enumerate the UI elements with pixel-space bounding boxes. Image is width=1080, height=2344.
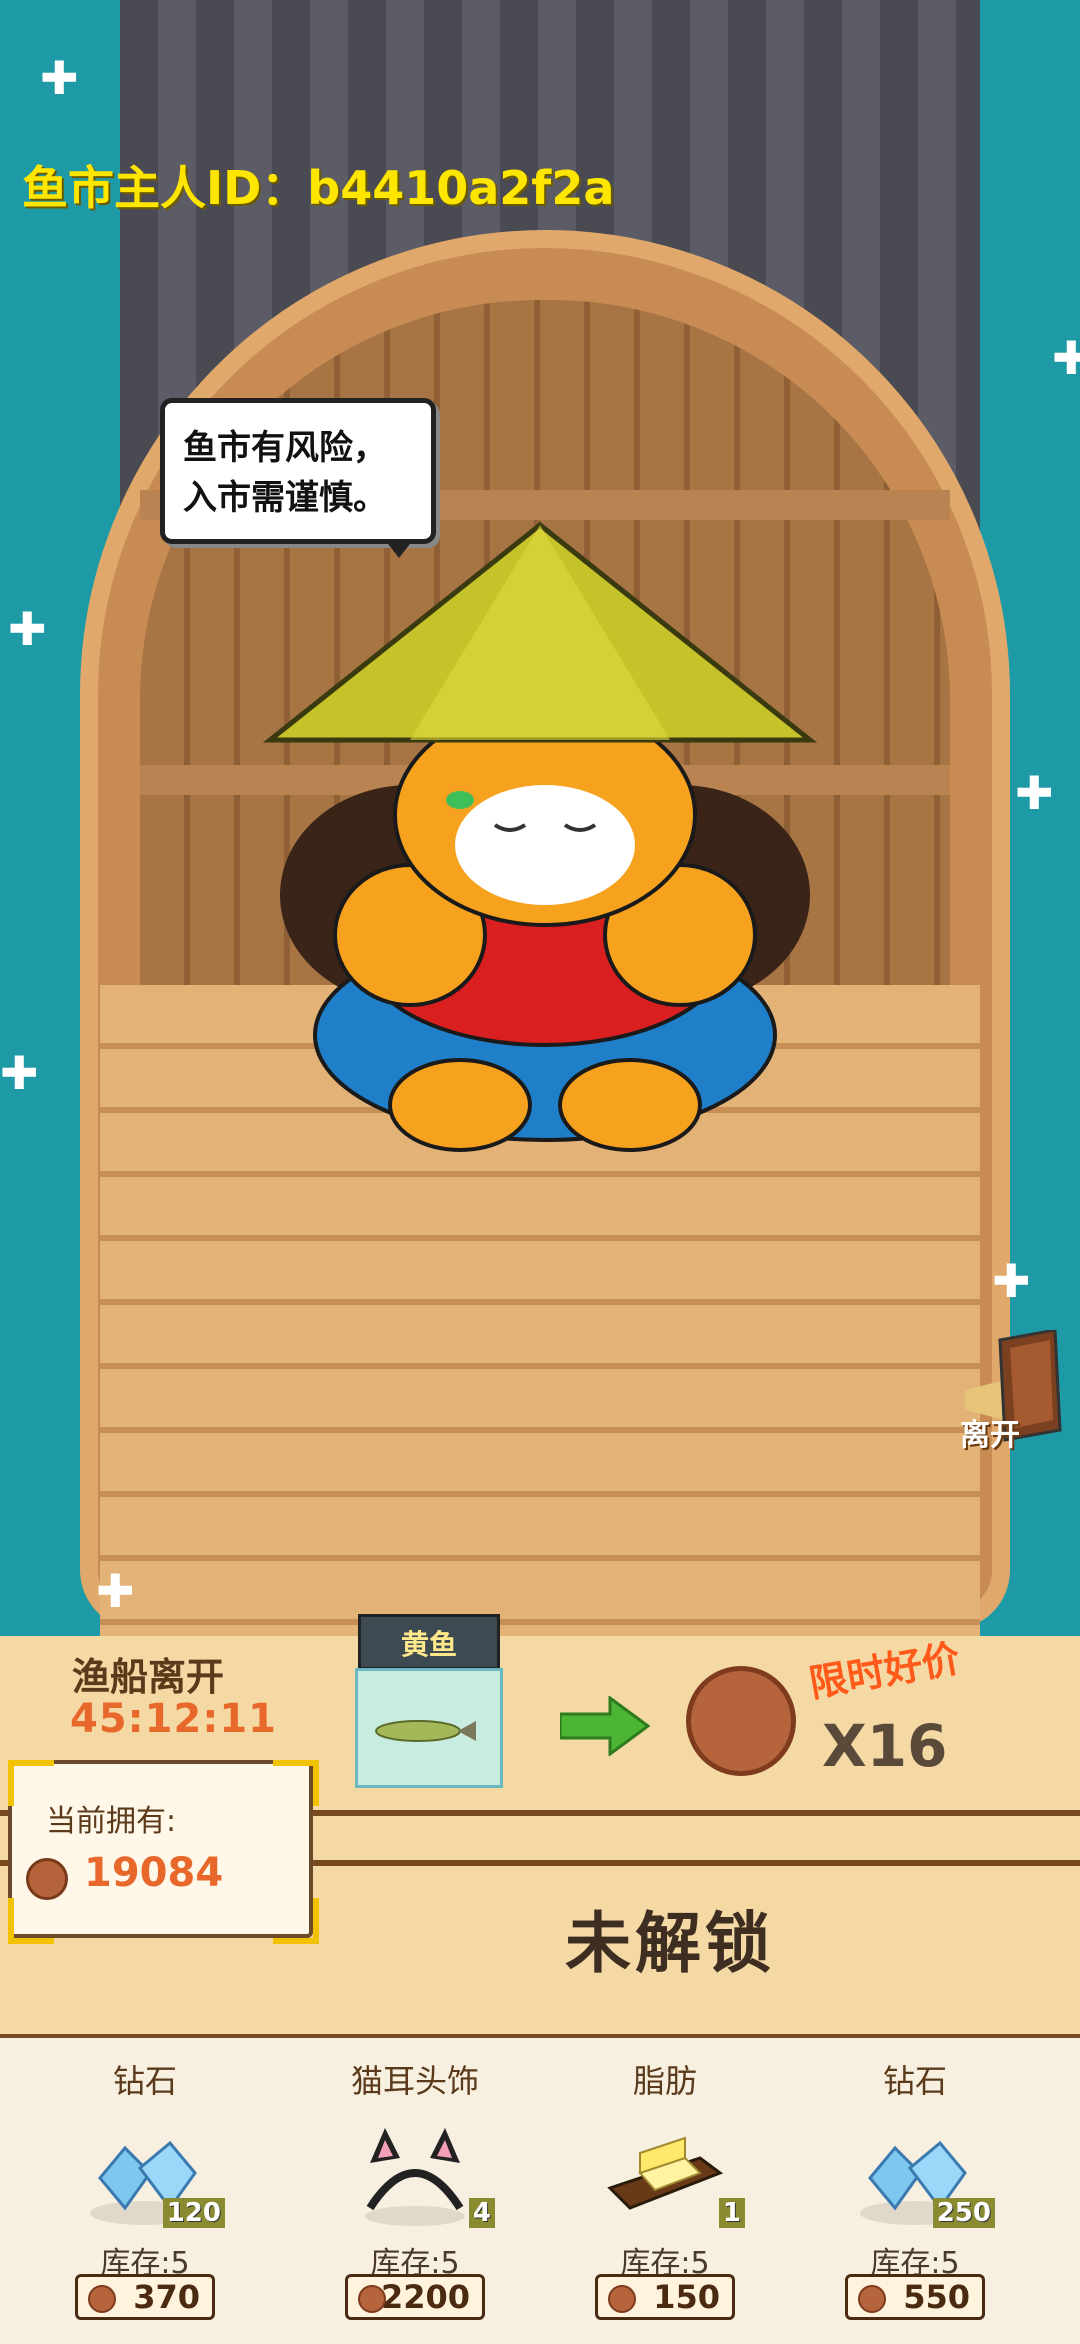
- sparkle-icon: ✚: [8, 602, 47, 656]
- shop-item-name: 钻石: [882, 2062, 947, 2100]
- shop-item-name: 脂肪: [632, 2062, 697, 2100]
- fish-tank[interactable]: [355, 1668, 503, 1788]
- boat-leave-timer: 45:12:11: [70, 1696, 277, 1742]
- shop-item-fat[interactable]: 脂肪 1 库存:5 150: [555, 2038, 775, 2344]
- shop-item-diamond[interactable]: 钻石 120 库存:5 370: [35, 2038, 255, 2344]
- fish-coin-icon: [686, 1666, 796, 1776]
- fish-name-tag: 黄鱼: [358, 1614, 500, 1670]
- shop-item-count: 250: [932, 2198, 995, 2228]
- shop-item-diamond[interactable]: 钻石 250 库存:5 550: [805, 2038, 1025, 2344]
- coin-quantity: X16: [822, 1712, 948, 1780]
- fisherman-cat[interactable]: [250, 515, 840, 1155]
- wallet-value: 19084: [84, 1850, 224, 1896]
- speech-bubble: 鱼市有风险， 入市需谨慎。: [160, 398, 436, 544]
- market-owner-id: 鱼市主人ID：b4410a2f2a: [22, 161, 615, 215]
- exchange-arrow-icon: [560, 1696, 650, 1756]
- shop-item-price-button[interactable]: 550: [845, 2274, 985, 2320]
- frame-corner: [273, 1898, 319, 1944]
- sparkle-icon: ✚: [1015, 766, 1054, 820]
- shop-item-name: 钻石: [112, 2062, 177, 2100]
- locked-label: 未解锁: [565, 1905, 775, 1982]
- shop-item-price: 150: [653, 2278, 720, 2316]
- butter-icon: [607, 2136, 724, 2210]
- boat-leave-label: 渔船离开: [72, 1655, 225, 1699]
- speech-line-2: 入市需谨慎。: [183, 478, 387, 518]
- sparkle-icon: ✚: [1052, 331, 1080, 385]
- shop-item-price: 370: [133, 2278, 200, 2316]
- speech-bubble-tail: [385, 540, 413, 558]
- fish-coin-icon: [858, 2285, 886, 2313]
- shop-item-price: 2200: [380, 2278, 470, 2316]
- leave-button[interactable]: 离开: [960, 1410, 1020, 1454]
- shop-item-price-button[interactable]: 2200: [345, 2274, 485, 2320]
- fish-coin-icon: [608, 2285, 636, 2313]
- sparkle-icon: ✚: [40, 51, 79, 105]
- wallet-label: 当前拥有:: [46, 1804, 177, 1839]
- shop-item-price-button[interactable]: 150: [595, 2274, 735, 2320]
- sparkle-icon: ✚: [992, 1254, 1031, 1308]
- sparkle-icon: ✚: [96, 1564, 135, 1618]
- yellow-croaker-icon: [375, 1720, 476, 1742]
- cat-ear-headband-icon: [365, 2128, 465, 2226]
- shop-item-count: 120: [162, 2198, 225, 2228]
- sparkle-icon: ✚: [0, 1046, 39, 1100]
- shop-item-cat-ear-headband[interactable]: 猫耳头饰 4 库存:5 2200: [305, 2038, 525, 2344]
- fish-coin-icon: [358, 2285, 386, 2313]
- boat-scene: ✚ ✚ ✚ ✚ ✚ ✚ ✚ 鱼市有风险， 入市需谨慎。 鱼市主人ID：b4410…: [0, 0, 1080, 1640]
- fish-coin-icon: [88, 2285, 116, 2313]
- shop-item-price: 550: [903, 2278, 970, 2316]
- fish-coin-icon: [26, 1858, 68, 1900]
- speech-line-1: 鱼市有风险，: [183, 428, 387, 468]
- shop-item-count: 4: [468, 2198, 495, 2228]
- shop-item-price-button[interactable]: 370: [75, 2274, 215, 2320]
- shop-item-name: 猫耳头饰: [350, 2062, 479, 2100]
- frame-corner: [8, 1898, 54, 1944]
- shop-item-count: 1: [718, 2198, 745, 2228]
- frame-corner: [273, 1760, 319, 1806]
